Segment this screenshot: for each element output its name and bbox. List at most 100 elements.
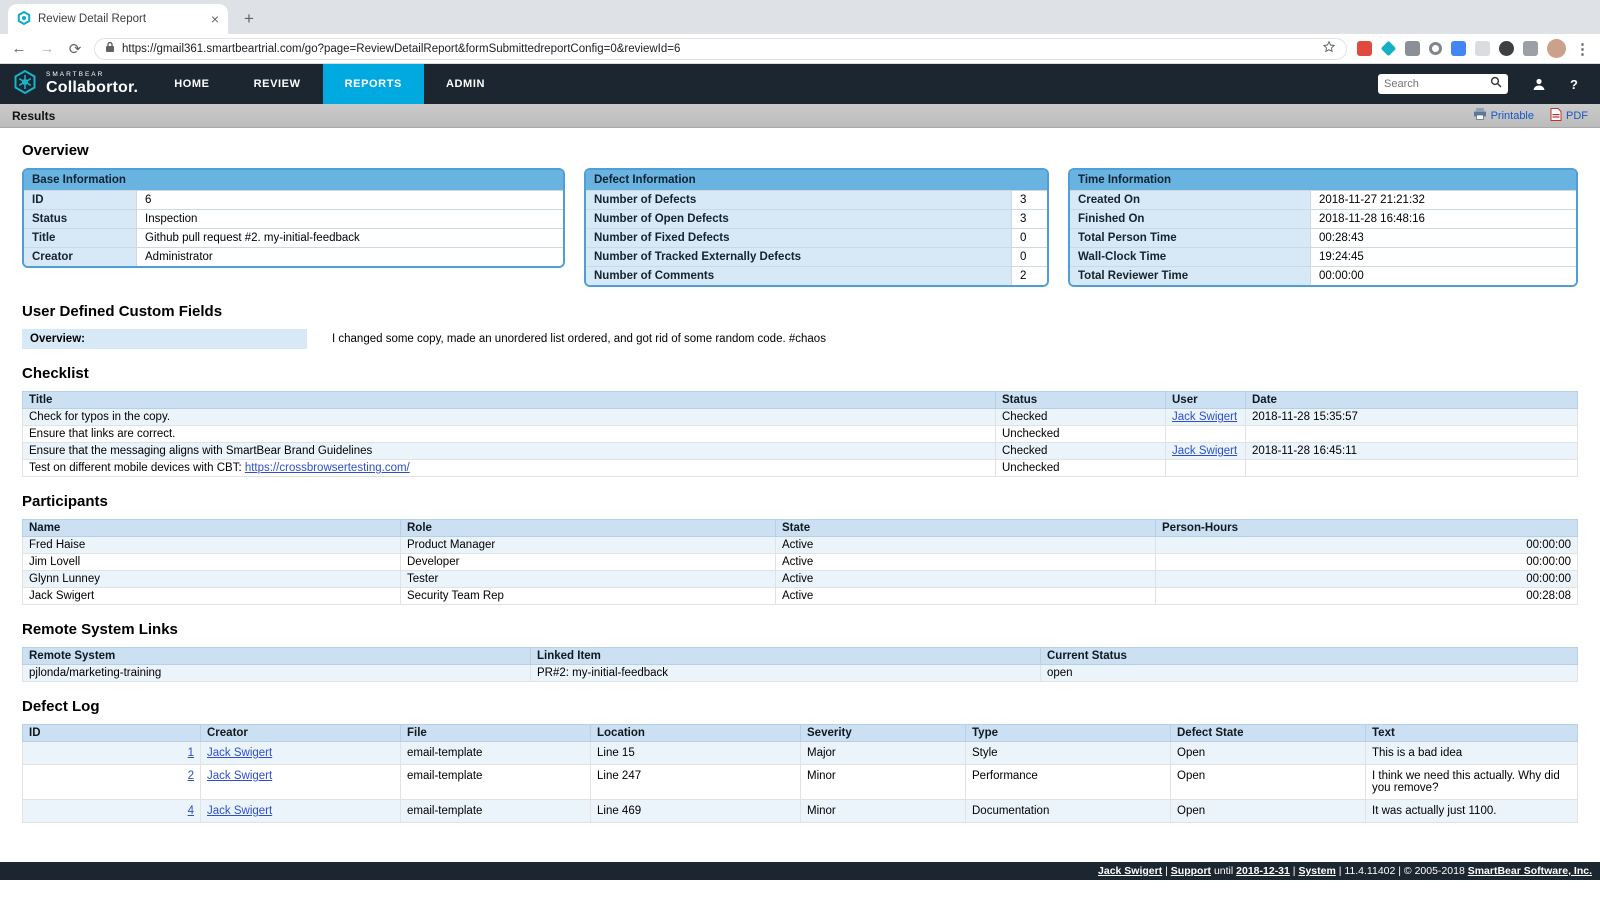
pdf-link[interactable]: PDF: [1550, 108, 1588, 124]
cell-status: Unchecked: [996, 426, 1166, 443]
extension-icon-2[interactable]: [1381, 41, 1397, 57]
extension-icon-6[interactable]: [1475, 41, 1490, 56]
table-row: 1Jack Swigertemail-templateLine 15MajorS…: [23, 742, 1578, 765]
help-icon[interactable]: ?: [1570, 77, 1578, 92]
cell-status: Unchecked: [996, 460, 1166, 477]
browser-tab[interactable]: Review Detail Report ×: [8, 4, 228, 34]
brand-logo[interactable]: SMARTBEAR Collabortor.: [0, 64, 152, 104]
extensions-area: ⋮: [1357, 39, 1590, 58]
info-label: Wall-Clock Time: [1070, 248, 1310, 266]
table-row: pjlonda/marketing-trainingPR#2: my-initi…: [23, 665, 1578, 682]
info-value: Administrator: [136, 248, 563, 266]
printable-label[interactable]: Printable: [1491, 110, 1534, 122]
defect-log-table: IDCreatorFileLocationSeverityTypeDefect …: [22, 724, 1578, 823]
info-label: Created On: [1070, 191, 1310, 209]
extension-icon-8[interactable]: [1523, 41, 1538, 56]
extension-icon-3[interactable]: [1405, 41, 1420, 56]
info-box-title: Defect Information: [586, 170, 1047, 190]
info-row: Total Reviewer Time00:00:00: [1070, 266, 1576, 285]
cell-location: Line 15: [591, 742, 801, 765]
url-text[interactable]: https://gmail361.smartbeartrial.com/go?p…: [122, 43, 1315, 55]
cell-file: email-template: [401, 800, 591, 823]
column-header: Role: [401, 520, 776, 537]
cell-type: Style: [966, 742, 1171, 765]
cell: 00:00:00: [1156, 571, 1578, 588]
overview-boxes: Base InformationID6StatusInspectionTitle…: [22, 168, 1578, 287]
cell: 00:28:08: [1156, 588, 1578, 605]
defect-id-link[interactable]: 2: [188, 770, 194, 782]
user-icon[interactable]: [1532, 77, 1546, 91]
user-link[interactable]: Jack Swigert: [1172, 411, 1237, 423]
info-label: Finished On: [1070, 210, 1310, 228]
extension-icon-1[interactable]: [1357, 41, 1372, 56]
external-link[interactable]: https://crossbrowsertesting.com/: [245, 462, 410, 474]
footer-link[interactable]: Support: [1171, 865, 1211, 877]
info-label: Total Reviewer Time: [1070, 267, 1310, 285]
padlock-icon: [105, 41, 115, 56]
tab-close-icon[interactable]: ×: [211, 11, 219, 27]
search-icon[interactable]: [1490, 75, 1502, 93]
info-label: Number of Fixed Defects: [586, 229, 1011, 247]
nav-item-review[interactable]: REVIEW: [232, 64, 323, 104]
footer-link[interactable]: Jack Swigert: [1098, 865, 1162, 877]
cell-state: Open: [1171, 800, 1366, 823]
column-header: Name: [23, 520, 401, 537]
extension-icon-4[interactable]: [1429, 42, 1442, 55]
cell-severity: Major: [801, 742, 966, 765]
profile-avatar[interactable]: [1547, 39, 1566, 58]
nav-item-admin[interactable]: ADMIN: [424, 64, 507, 104]
header-row: TitleStatusUserDate: [23, 392, 1578, 409]
footer-link[interactable]: SmartBear Software, Inc.: [1468, 865, 1592, 877]
header-row: NameRoleStatePerson-Hours: [23, 520, 1578, 537]
nav-item-reports[interactable]: REPORTS: [323, 64, 424, 104]
forward-icon[interactable]: →: [38, 40, 56, 57]
footer-text: Jack Swigert | Support until 2018-12-31 …: [1098, 865, 1592, 877]
cell: Glynn Lunney: [23, 571, 401, 588]
printable-link[interactable]: Printable: [1473, 108, 1534, 123]
info-box-title: Base Information: [24, 170, 563, 190]
user-link[interactable]: Jack Swigert: [207, 747, 272, 759]
overview-heading: Overview: [22, 142, 1578, 159]
info-value: 6: [136, 191, 563, 209]
browser-menu-icon[interactable]: ⋮: [1575, 40, 1590, 58]
user-link[interactable]: Jack Swigert: [207, 805, 272, 817]
cell-location: Line 247: [591, 765, 801, 800]
defect-id-link[interactable]: 4: [188, 805, 194, 817]
info-row: Finished On2018-11-28 16:48:16: [1070, 209, 1576, 228]
cell-user: Jack Swigert: [1166, 409, 1246, 426]
search-input[interactable]: [1384, 78, 1486, 90]
reload-icon[interactable]: ⟳: [66, 40, 84, 58]
cell: open: [1041, 665, 1578, 682]
info-row: Created On2018-11-27 21:21:32: [1070, 190, 1576, 209]
info-row: Number of Fixed Defects0: [586, 228, 1047, 247]
user-link[interactable]: Jack Swigert: [207, 770, 272, 782]
printer-icon: [1473, 108, 1487, 123]
cell: PR#2: my-initial-feedback: [531, 665, 1041, 682]
column-header: Date: [1246, 392, 1578, 409]
main-nav: HOMEREVIEWREPORTSADMIN: [152, 64, 507, 104]
new-tab-button[interactable]: +: [236, 6, 262, 32]
cell-creator: Jack Swigert: [201, 800, 401, 823]
table-row: Ensure that links are correct.Unchecked: [23, 426, 1578, 443]
footer-link[interactable]: 2018-12-31: [1236, 865, 1290, 877]
search-box[interactable]: [1378, 74, 1508, 94]
participants-heading: Participants: [22, 493, 1578, 510]
defect-id-link[interactable]: 1: [188, 747, 194, 759]
back-icon[interactable]: ←: [10, 40, 28, 57]
extension-icon-5[interactable]: [1451, 41, 1466, 56]
checklist-table: TitleStatusUserDateCheck for typos in th…: [22, 391, 1578, 477]
address-bar[interactable]: https://gmail361.smartbeartrial.com/go?p…: [94, 38, 1347, 60]
footer-link[interactable]: System: [1298, 865, 1335, 877]
cell: 00:00:00: [1156, 554, 1578, 571]
cell-date: [1246, 460, 1578, 477]
bookmark-star-icon[interactable]: [1322, 40, 1336, 57]
extension-icon-7[interactable]: [1499, 41, 1514, 56]
cell-creator: Jack Swigert: [201, 742, 401, 765]
pdf-icon: [1550, 108, 1562, 124]
column-header: State: [776, 520, 1156, 537]
app-header: SMARTBEAR Collabortor. HOMEREVIEWREPORTS…: [0, 64, 1600, 104]
nav-item-home[interactable]: HOME: [152, 64, 231, 104]
pdf-label[interactable]: PDF: [1566, 110, 1588, 122]
info-label: Number of Comments: [586, 267, 1011, 285]
user-link[interactable]: Jack Swigert: [1172, 445, 1237, 457]
